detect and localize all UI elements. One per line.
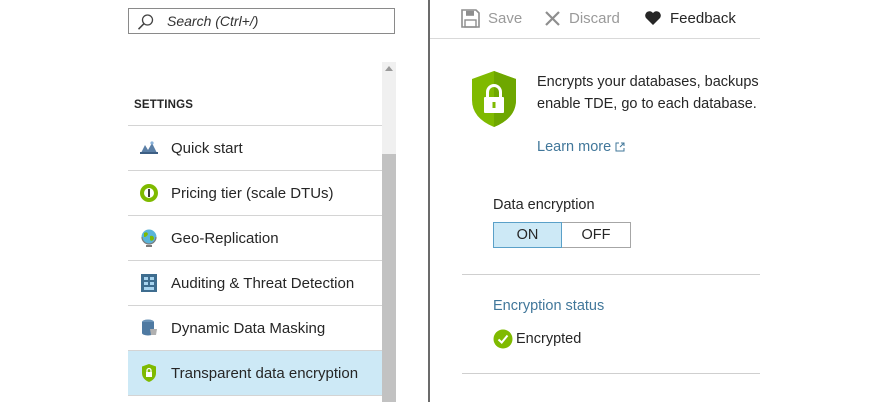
toggle-off-button[interactable]: OFF: [562, 222, 631, 248]
learn-more-link[interactable]: Learn more: [537, 139, 625, 155]
menu-item-label: Pricing tier (scale DTUs): [171, 184, 334, 202]
learn-more-label: Learn more: [537, 139, 612, 155]
discard-button[interactable]: Discard: [544, 8, 620, 28]
heart-icon: [645, 11, 661, 25]
section-divider: [462, 274, 760, 275]
search-icon: [137, 13, 155, 31]
feedback-button[interactable]: Feedback: [644, 8, 736, 28]
settings-menu-blade: SETTINGS Quick start: [0, 0, 430, 402]
external-link-icon: [615, 142, 625, 152]
tde-description: Encrypts your databases, backups enable …: [537, 71, 760, 115]
auditing-icon: [138, 272, 160, 294]
menu-list: SETTINGS Quick start Pricing tier (scale…: [128, 62, 382, 396]
checkmark-circle-icon: [493, 329, 513, 349]
menu-item-label: Auditing & Threat Detection: [171, 274, 355, 292]
discard-icon: [545, 10, 560, 26]
section-divider: [462, 373, 760, 374]
scroll-up-arrow-icon[interactable]: [385, 66, 393, 71]
save-label: Save: [488, 9, 523, 27]
description-line-2: enable TDE, go to each database.: [537, 96, 757, 112]
save-icon: [461, 8, 480, 28]
section-title-settings: SETTINGS: [128, 62, 382, 126]
data-encryption-toggle[interactable]: ON OFF: [493, 222, 631, 248]
menu-item-pricing-tier[interactable]: Pricing tier (scale DTUs): [128, 171, 382, 216]
encryption-status: Encrypted: [493, 329, 581, 349]
menu-item-label: Dynamic Data Masking: [171, 319, 326, 337]
settings-menu: SETTINGS Quick start Pricing tier (scale…: [128, 62, 396, 402]
encryption-status-label: Encryption status: [493, 298, 605, 314]
menu-item-auditing[interactable]: Auditing & Threat Detection: [128, 261, 382, 306]
menu-item-geo-replication[interactable]: Geo-Replication: [128, 216, 382, 261]
data-masking-icon: [138, 317, 160, 339]
toggle-on-button[interactable]: ON: [493, 222, 562, 248]
menu-item-quick-start[interactable]: Quick start: [128, 126, 382, 171]
data-encryption-label: Data encryption: [493, 197, 595, 213]
menu-scrollbar[interactable]: [382, 62, 396, 402]
description-line-1: Encrypts your databases, backups: [537, 74, 759, 90]
menu-item-label: Quick start: [171, 139, 243, 157]
shield-lock-icon: [138, 362, 160, 384]
discard-label: Discard: [569, 9, 620, 27]
menu-item-label: Transparent data encryption: [171, 364, 359, 382]
shield-lock-icon: [472, 71, 516, 127]
menu-item-data-masking[interactable]: Dynamic Data Masking: [128, 306, 382, 351]
search-box[interactable]: [128, 8, 395, 34]
globe-icon: [138, 227, 160, 249]
pricing-tier-icon: [138, 182, 160, 204]
feedback-label: Feedback: [670, 9, 736, 27]
menu-item-label: Geo-Replication: [171, 229, 279, 247]
save-button[interactable]: Save: [461, 8, 522, 28]
tde-content: Encrypts your databases, backups enable …: [430, 39, 760, 402]
search-input[interactable]: [167, 12, 382, 30]
scrollbar-thumb[interactable]: [382, 154, 396, 402]
menu-item-transparent-data-encryption[interactable]: Transparent data encryption: [128, 351, 382, 396]
quick-start-icon: [138, 137, 160, 159]
command-bar: Save Discard Feedback: [430, 0, 760, 39]
encryption-status-value: Encrypted: [516, 331, 582, 347]
